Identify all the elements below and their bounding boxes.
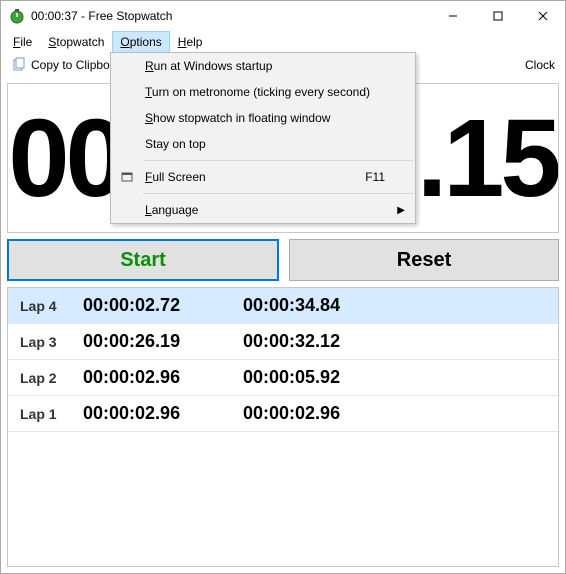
lap-row[interactable]: Lap 200:00:02.9600:00:05.92 [8, 360, 558, 396]
lap-total-time: 00:00:02.96 [243, 403, 403, 424]
menu-file[interactable]: File [5, 31, 40, 53]
start-button[interactable]: Start [7, 239, 279, 281]
lap-split-time: 00:00:02.72 [83, 295, 243, 316]
lap-total-time: 00:00:32.12 [243, 331, 403, 352]
fullscreen-shortcut: F11 [365, 170, 385, 184]
option-run-at-startup[interactable]: Run at Windows startup [111, 53, 415, 79]
window-controls [430, 1, 565, 31]
window-title: 00:00:37 - Free Stopwatch [31, 9, 430, 23]
clipboard-icon [11, 57, 27, 73]
lap-split-time: 00:00:02.96 [83, 367, 243, 388]
minimize-button[interactable] [430, 1, 475, 31]
option-full-screen[interactable]: Full Screen F11 [111, 164, 415, 190]
maximize-button[interactable] [475, 1, 520, 31]
lap-split-time: 00:00:02.96 [83, 403, 243, 424]
option-language[interactable]: Language ▶ [111, 197, 415, 223]
options-dropdown: Run at Windows startup Turn on metronome… [110, 52, 416, 224]
laps-panel: Lap 400:00:02.7200:00:34.84Lap 300:00:26… [7, 287, 559, 567]
app-icon [9, 8, 25, 24]
reset-button[interactable]: Reset [289, 239, 559, 281]
lap-label: Lap 4 [8, 298, 83, 314]
menu-separator [143, 160, 413, 161]
lap-label: Lap 3 [8, 334, 83, 350]
fullscreen-icon [119, 171, 135, 183]
lap-label: Lap 1 [8, 406, 83, 422]
option-stay-on-top[interactable]: Stay on top [111, 131, 415, 157]
menu-options[interactable]: Options [112, 31, 169, 53]
lap-split-time: 00:00:26.19 [83, 331, 243, 352]
close-button[interactable] [520, 1, 565, 31]
titlebar: 00:00:37 - Free Stopwatch [1, 1, 565, 31]
option-metronome[interactable]: Turn on metronome (ticking every second) [111, 79, 415, 105]
clock-button[interactable]: Clock [521, 56, 559, 74]
lap-row[interactable]: Lap 100:00:02.9600:00:02.96 [8, 396, 558, 432]
lap-total-time: 00:00:34.84 [243, 295, 403, 316]
button-row: Start Reset [7, 239, 559, 281]
option-floating-window[interactable]: Show stopwatch in floating window [111, 105, 415, 131]
lap-row[interactable]: Lap 300:00:26.1900:00:32.12 [8, 324, 558, 360]
menu-separator [143, 193, 413, 194]
lap-total-time: 00:00:05.92 [243, 367, 403, 388]
menubar: File Stopwatch Options Help [1, 31, 565, 53]
clock-label: Clock [525, 58, 555, 72]
app-window: 00:00:37 - Free Stopwatch File Stopwatch… [0, 0, 566, 574]
menu-stopwatch[interactable]: Stopwatch [40, 31, 112, 53]
submenu-arrow-icon: ▶ [397, 205, 405, 216]
lap-row[interactable]: Lap 400:00:02.7200:00:34.84 [8, 288, 558, 324]
menu-help[interactable]: Help [170, 31, 211, 53]
lap-label: Lap 2 [8, 370, 83, 386]
